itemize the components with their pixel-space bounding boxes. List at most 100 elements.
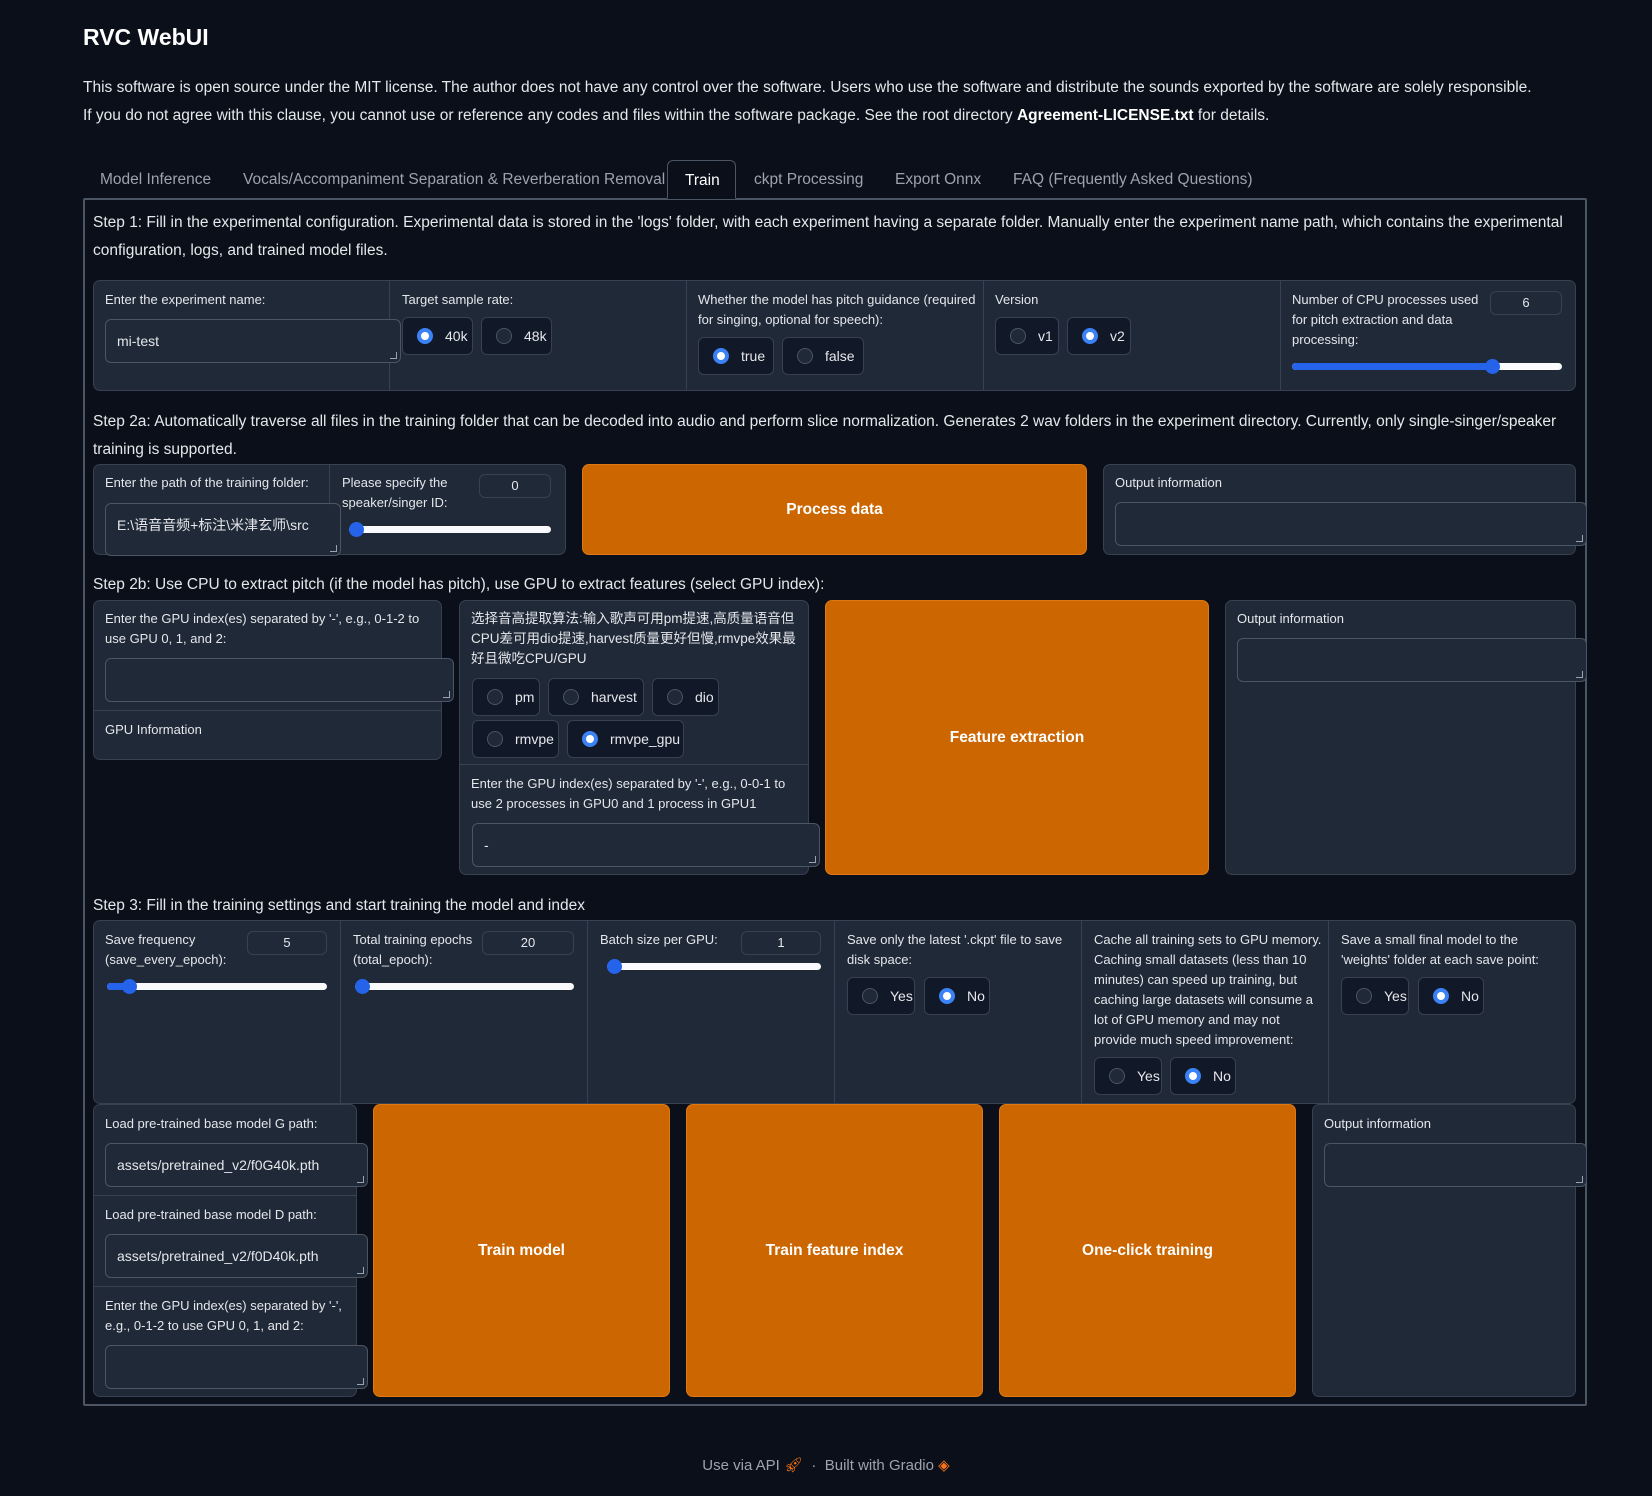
train-model-button[interactable]: Train model [373, 1104, 670, 1397]
use-via-api-link[interactable]: Use via API 🚀︎ [702, 1457, 803, 1474]
radio-label: 48k [524, 328, 547, 344]
algo-dio-radio[interactable]: dio [652, 678, 719, 716]
pitch-false-radio[interactable]: false [782, 337, 864, 375]
save-latest-yes-radio[interactable]: Yes [847, 977, 915, 1015]
radio-unselected-icon [487, 689, 503, 705]
radio-selected-icon [1082, 328, 1098, 344]
slider-fill [1292, 363, 1492, 370]
divider [94, 1286, 356, 1287]
slider-handle[interactable] [607, 959, 622, 974]
radio-unselected-icon [862, 988, 878, 1004]
radio-label: dio [695, 689, 714, 705]
sample-rate-40k-radio[interactable]: 40k [402, 317, 473, 355]
speaker-id-number[interactable]: 0 [479, 474, 551, 498]
save-frequency-number[interactable]: 5 [247, 931, 327, 955]
version-v1-radio[interactable]: v1 [995, 317, 1059, 355]
cpu-processes-number[interactable]: 6 [1490, 291, 1562, 315]
save-latest-no-radio[interactable]: No [924, 977, 990, 1015]
pitch-algorithm-label: 选择音高提取算法:输入歌声可用pm提速,高质量语音但CPU差可用dio提速,ha… [471, 611, 796, 666]
radio-selected-icon [713, 348, 729, 364]
sample-rate-48k-radio[interactable]: 48k [481, 317, 552, 355]
slider-handle[interactable] [349, 522, 364, 537]
batch-size-label: Batch size per GPU: [600, 932, 718, 947]
rmvpe-gpu-input[interactable]: - [472, 823, 820, 867]
gpu-index-label: Enter the GPU index(es) separated by '-'… [105, 611, 420, 646]
step2b-output-textbox[interactable] [1237, 638, 1587, 682]
process-data-button[interactable]: Process data [582, 464, 1087, 555]
speaker-id-slider[interactable] [349, 522, 551, 537]
radio-label: true [741, 348, 766, 364]
gpu-index-input[interactable] [105, 658, 454, 702]
radio-label: 40k [445, 328, 468, 344]
radio-label: Yes [1384, 988, 1407, 1004]
license-filename: Agreement-LICENSE.txt [1016, 107, 1194, 124]
step2b-output-label: Output information [1237, 611, 1344, 626]
train-gpus-input[interactable] [105, 1345, 368, 1389]
radio-unselected-icon [1356, 988, 1372, 1004]
batch-size-number[interactable]: 1 [741, 931, 821, 955]
slider-handle[interactable] [355, 979, 370, 994]
cpu-processes-slider[interactable] [1292, 359, 1562, 374]
radio-unselected-icon [667, 689, 683, 705]
tab-train[interactable]: Train [667, 160, 736, 199]
version-label: Version [995, 292, 1039, 307]
radio-label: rmvpe [515, 731, 554, 747]
cache-gpu-label: Cache all training sets to GPU memory. C… [1094, 932, 1322, 1047]
radio-unselected-icon [797, 348, 813, 364]
save-latest-label: Save only the latest '.ckpt' file to sav… [847, 932, 1063, 967]
step2a-output-label: Output information [1115, 475, 1222, 490]
save-weights-no-radio[interactable]: No [1418, 977, 1484, 1015]
divider [94, 1195, 356, 1196]
batch-size-slider[interactable] [607, 959, 821, 974]
experiment-name-label: Enter the experiment name: [105, 292, 266, 307]
step2a-output-textbox[interactable] [1115, 502, 1587, 546]
cache-gpu-yes-radio[interactable]: Yes [1094, 1057, 1162, 1095]
tab-model-inference[interactable]: Model Inference [100, 160, 211, 199]
slider-handle[interactable] [1484, 359, 1500, 374]
one-click-training-button[interactable]: One-click training [999, 1104, 1296, 1397]
training-folder-label: Enter the path of the training folder: [105, 475, 309, 490]
built-with-gradio-link[interactable]: Built with Gradio ◈ [825, 1457, 950, 1474]
radio-unselected-icon [496, 328, 512, 344]
save-frequency-label: Save frequency (save_every_epoch): [105, 932, 227, 967]
cpu-processes-label: Number of CPU processes used for pitch e… [1292, 292, 1479, 347]
license-line-2: If you do not agree with this clause, yo… [83, 102, 1603, 130]
footer: Use via API 🚀︎ · Built with Gradio ◈ [0, 1456, 1652, 1474]
algo-harvest-radio[interactable]: harvest [548, 678, 644, 716]
total-epochs-slider[interactable] [355, 979, 574, 994]
radio-unselected-icon [563, 689, 579, 705]
slider-handle[interactable] [122, 979, 137, 994]
total-epochs-number[interactable]: 20 [482, 931, 574, 955]
radio-selected-icon [939, 988, 955, 1004]
radio-label: Yes [890, 988, 913, 1004]
app-root: RVC WebUI This software is open source u… [0, 0, 1652, 1496]
train-feature-index-button[interactable]: Train feature index [686, 1104, 983, 1397]
feature-extraction-button[interactable]: Feature extraction [825, 600, 1209, 875]
version-v2-radio[interactable]: v2 [1067, 317, 1131, 355]
tab-vocal-separation[interactable]: Vocals/Accompaniment Separation & Reverb… [243, 160, 665, 199]
training-folder-input[interactable]: E:\语音音频+标注\米津玄师\src [105, 503, 341, 556]
save-frequency-slider[interactable] [107, 979, 327, 994]
radio-label: false [825, 348, 855, 364]
total-epochs-label: Total training epochs (total_epoch): [353, 932, 473, 967]
tab-export-onnx[interactable]: Export Onnx [895, 160, 981, 199]
algo-pm-radio[interactable]: pm [472, 678, 540, 716]
radio-label: rmvpe_gpu [610, 731, 681, 747]
tab-faq[interactable]: FAQ (Frequently Asked Questions) [1013, 160, 1253, 199]
pitch-true-radio[interactable]: true [698, 337, 774, 375]
experiment-name-input[interactable]: mi-test [105, 319, 401, 363]
tab-ckpt-processing[interactable]: ckpt Processing [754, 160, 863, 199]
algo-rmvpe-gpu-radio[interactable]: rmvpe_gpu [567, 720, 684, 758]
g-path-input[interactable]: assets/pretrained_v2/f0G40k.pth [105, 1143, 368, 1187]
step3-output-textbox[interactable] [1324, 1143, 1587, 1187]
save-weights-yes-radio[interactable]: Yes [1341, 977, 1409, 1015]
radio-label: Yes [1137, 1068, 1160, 1084]
page-title: RVC WebUI [83, 24, 209, 50]
cache-gpu-no-radio[interactable]: No [1170, 1057, 1236, 1095]
step3-description: Step 3: Fill in the training settings an… [93, 897, 585, 914]
d-path-input[interactable]: assets/pretrained_v2/f0D40k.pth [105, 1234, 368, 1278]
radio-label: v1 [1038, 328, 1053, 344]
algo-rmvpe-radio[interactable]: rmvpe [472, 720, 559, 758]
radio-label: No [967, 988, 985, 1004]
radio-selected-icon [1185, 1068, 1201, 1084]
